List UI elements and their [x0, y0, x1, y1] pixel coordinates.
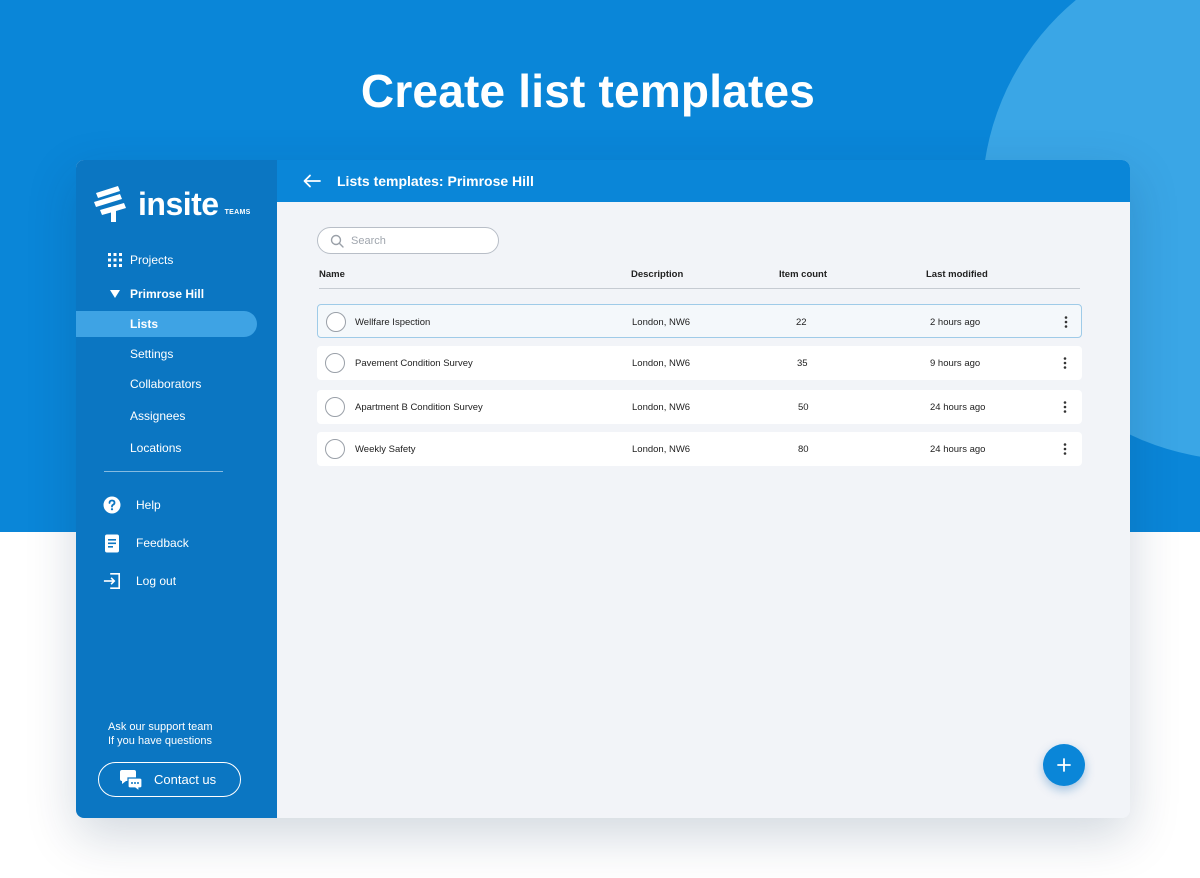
- support-line-1: Ask our support team: [108, 721, 213, 733]
- row-select-radio[interactable]: [326, 312, 346, 332]
- plus-icon: [1057, 758, 1071, 772]
- row-description: London, NW6: [632, 444, 691, 455]
- header-bar: Lists templates: Primrose Hill: [277, 160, 1130, 202]
- row-last-modified: 24 hours ago: [930, 402, 986, 413]
- more-vertical-icon[interactable]: [1060, 399, 1070, 415]
- sidebar-item-projects[interactable]: Projects: [76, 247, 277, 273]
- more-vertical-icon[interactable]: [1061, 314, 1071, 330]
- sidebar-item-label: Locations: [130, 441, 182, 455]
- column-description[interactable]: Description: [631, 269, 683, 280]
- table-row[interactable]: Wellfare Ispection London, NW6 22 2 hour…: [317, 304, 1082, 338]
- row-item-count: 22: [796, 317, 807, 328]
- column-last-modified[interactable]: Last modified: [926, 269, 988, 280]
- sidebar-divider: [104, 471, 223, 472]
- insite-logo-icon: [94, 186, 126, 222]
- brand-name: insite: [138, 185, 219, 222]
- page-title: Lists templates: Primrose Hill: [337, 173, 534, 189]
- table-header-divider: [319, 288, 1080, 289]
- sidebar-item-label: Settings: [130, 347, 174, 361]
- logout-icon: [103, 572, 121, 590]
- sidebar-item-logout[interactable]: Log out: [76, 568, 176, 594]
- search-icon: [330, 234, 344, 248]
- table-header: Name Description Item count Last modifie…: [319, 268, 1080, 288]
- row-name: Weekly Safety: [355, 444, 416, 455]
- sidebar-item-label: Assignees: [130, 409, 186, 423]
- sidebar-item-label: Help: [136, 498, 161, 512]
- row-name: Wellfare Ispection: [355, 317, 431, 328]
- table-row[interactable]: Pavement Condition Survey London, NW6 35…: [317, 346, 1082, 380]
- sidebar-item-settings[interactable]: Settings: [76, 341, 277, 367]
- row-description: London, NW6: [632, 402, 691, 413]
- row-select-radio[interactable]: [325, 353, 345, 373]
- grid-icon: [107, 252, 123, 268]
- column-name[interactable]: Name: [319, 269, 345, 280]
- column-item-count[interactable]: Item count: [779, 269, 827, 280]
- row-last-modified: 9 hours ago: [930, 358, 981, 369]
- caret-down-icon: [107, 286, 123, 302]
- brand-sub: TEAMS: [224, 208, 251, 216]
- sidebar-item-label: Collaborators: [130, 377, 202, 391]
- help-icon: [103, 496, 121, 514]
- row-item-count: 50: [798, 402, 809, 413]
- sidebar-item-lists[interactable]: Lists: [76, 311, 277, 337]
- row-item-count: 35: [797, 358, 808, 369]
- sidebar: insite TEAMS Projects Primrose Hill List…: [76, 160, 277, 818]
- row-name: Pavement Condition Survey: [355, 358, 473, 369]
- row-item-count: 80: [798, 444, 809, 455]
- row-name: Apartment B Condition Survey: [355, 402, 483, 413]
- sidebar-project-primrose-hill[interactable]: Primrose Hill: [76, 281, 277, 307]
- sidebar-item-help[interactable]: Help: [76, 492, 161, 518]
- feedback-icon: [103, 534, 121, 552]
- sidebar-item-locations[interactable]: Locations: [76, 435, 277, 461]
- sidebar-item-collaborators[interactable]: Collaborators: [76, 371, 277, 397]
- more-vertical-icon[interactable]: [1060, 441, 1070, 457]
- chat-icon: [120, 769, 143, 792]
- sidebar-project-label: Primrose Hill: [130, 287, 205, 301]
- support-text: Ask our support team If you have questio…: [108, 720, 213, 748]
- table-row[interactable]: Weekly Safety London, NW6 80 24 hours ag…: [317, 432, 1082, 466]
- sidebar-item-label: Projects: [130, 253, 174, 267]
- contact-us-label: Contact us: [154, 772, 217, 787]
- sidebar-item-label: Log out: [136, 574, 177, 588]
- more-vertical-icon[interactable]: [1060, 355, 1070, 371]
- row-select-radio[interactable]: [325, 439, 345, 459]
- sidebar-item-assignees[interactable]: Assignees: [76, 403, 277, 429]
- contact-us-button[interactable]: Contact us: [98, 762, 241, 797]
- back-arrow-icon[interactable]: [302, 173, 322, 189]
- sidebar-item-label: Lists: [130, 317, 159, 331]
- search-box[interactable]: [317, 227, 499, 254]
- hero-title: Create list templates: [360, 65, 816, 117]
- row-description: London, NW6: [632, 358, 691, 369]
- row-description: London, NW6: [632, 317, 691, 328]
- main-content: Name Description Item count Last modifie…: [277, 202, 1130, 818]
- sidebar-item-label: Feedback: [136, 536, 189, 550]
- search-input[interactable]: [351, 234, 491, 247]
- row-select-radio[interactable]: [325, 397, 345, 417]
- sidebar-item-feedback[interactable]: Feedback: [76, 530, 189, 556]
- row-last-modified: 24 hours ago: [930, 444, 986, 455]
- add-list-button[interactable]: [1043, 744, 1085, 786]
- table-row[interactable]: Apartment B Condition Survey London, NW6…: [317, 390, 1082, 424]
- support-line-2: If you have questions: [108, 735, 212, 747]
- brand-logo[interactable]: insite TEAMS: [94, 184, 251, 224]
- row-last-modified: 2 hours ago: [930, 317, 981, 328]
- app-window: insite TEAMS Projects Primrose Hill List…: [76, 160, 1130, 818]
